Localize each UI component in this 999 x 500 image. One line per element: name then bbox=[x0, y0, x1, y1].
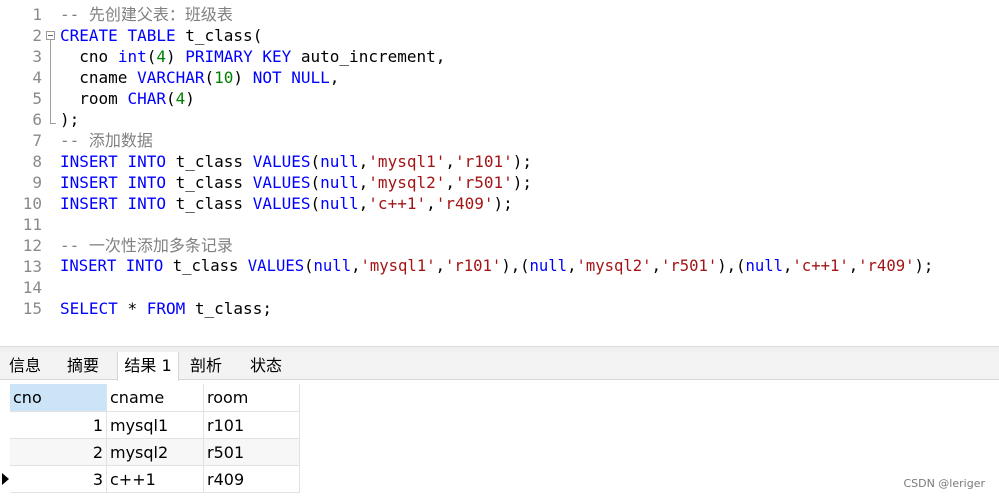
cell-cname[interactable]: mysql2 bbox=[107, 439, 204, 466]
cell-cname[interactable]: mysql1 bbox=[107, 412, 204, 439]
table-row[interactable]: 3 c++1 r409 bbox=[10, 466, 300, 493]
grid-header-row: cno cname room bbox=[10, 384, 300, 412]
column-header-cname[interactable]: cname bbox=[107, 384, 204, 412]
code-line-8: INSERT INTO t_class VALUES(null,'mysql1'… bbox=[60, 152, 533, 171]
sql-editor[interactable]: 1 2 3 4 5 6 7 8 9 10 11 12 13 14 15 -- 先… bbox=[0, 0, 999, 346]
tab-status[interactable]: 状态 bbox=[239, 352, 293, 380]
cell-cname[interactable]: c++1 bbox=[107, 466, 204, 493]
code-line-3: cno int(4) PRIMARY KEY auto_increment, bbox=[79, 47, 446, 66]
line-number: 11 bbox=[22, 215, 42, 234]
line-number: 2 bbox=[32, 26, 42, 45]
line-number: 14 bbox=[22, 278, 42, 297]
line-number: 12 bbox=[22, 236, 42, 255]
cell-cno[interactable]: 1 bbox=[10, 412, 107, 439]
current-row-arrow-icon bbox=[2, 473, 9, 485]
cell-room[interactable]: r409 bbox=[204, 466, 300, 493]
tab-info[interactable]: 信息 bbox=[0, 352, 50, 380]
cell-cno[interactable]: 3 bbox=[10, 466, 107, 493]
line-number-gutter: 1 2 3 4 5 6 7 8 9 10 11 12 13 14 15 bbox=[0, 0, 46, 346]
line-number: 9 bbox=[32, 173, 42, 192]
line-number: 8 bbox=[32, 152, 42, 171]
line-number: 4 bbox=[32, 68, 42, 87]
line-number: 3 bbox=[32, 47, 42, 66]
line-number: 10 bbox=[22, 194, 42, 213]
table-row[interactable]: 1 mysql1 r101 bbox=[10, 412, 300, 439]
code-line-4: cname VARCHAR(10) NOT NULL, bbox=[79, 68, 340, 87]
code-line-6: ); bbox=[60, 110, 80, 129]
column-header-room[interactable]: room bbox=[204, 384, 300, 412]
cell-room[interactable]: r101 bbox=[204, 412, 300, 439]
result-tabs: 信息 摘要 结果 1 剖析 状态 bbox=[0, 352, 999, 381]
tab-result-1[interactable]: 结果 1 bbox=[117, 352, 179, 381]
cell-cno[interactable]: 2 bbox=[10, 439, 107, 466]
fold-guide-end bbox=[50, 123, 56, 124]
code-line-15: SELECT * FROM t_class; bbox=[60, 299, 272, 318]
line-number: 7 bbox=[32, 131, 42, 150]
code-line-7: -- 添加数据 bbox=[60, 131, 153, 150]
table-row[interactable]: 2 mysql2 r501 bbox=[10, 439, 300, 466]
cell-room[interactable]: r501 bbox=[204, 439, 300, 466]
code-line-1: -- 先创建父表：班级表 bbox=[60, 5, 233, 24]
line-number: 5 bbox=[32, 89, 42, 108]
watermark: CSDN @leriger bbox=[903, 477, 985, 490]
fold-toggle-icon[interactable] bbox=[46, 31, 55, 40]
code-line-12: -- 一次性添加多条记录 bbox=[60, 236, 233, 255]
code-line-9: INSERT INTO t_class VALUES(null,'mysql2'… bbox=[60, 173, 533, 192]
line-number: 1 bbox=[32, 5, 42, 24]
code-line-5: room CHAR(4) bbox=[79, 89, 195, 108]
line-number: 13 bbox=[22, 257, 42, 276]
row-indicator bbox=[0, 466, 10, 493]
line-number: 6 bbox=[32, 110, 42, 129]
fold-guide bbox=[50, 40, 51, 123]
tab-summary[interactable]: 摘要 bbox=[56, 352, 110, 380]
code-line-2: CREATE TABLE t_class( bbox=[60, 26, 263, 45]
tab-profile[interactable]: 剖析 bbox=[181, 352, 231, 380]
code-line-13: INSERT INTO t_class VALUES(null,'mysql1'… bbox=[60, 257, 934, 275]
code-line-10: INSERT INTO t_class VALUES(null,'c++1','… bbox=[60, 194, 513, 213]
column-header-cno[interactable]: cno bbox=[10, 384, 107, 412]
line-number: 15 bbox=[22, 299, 42, 318]
